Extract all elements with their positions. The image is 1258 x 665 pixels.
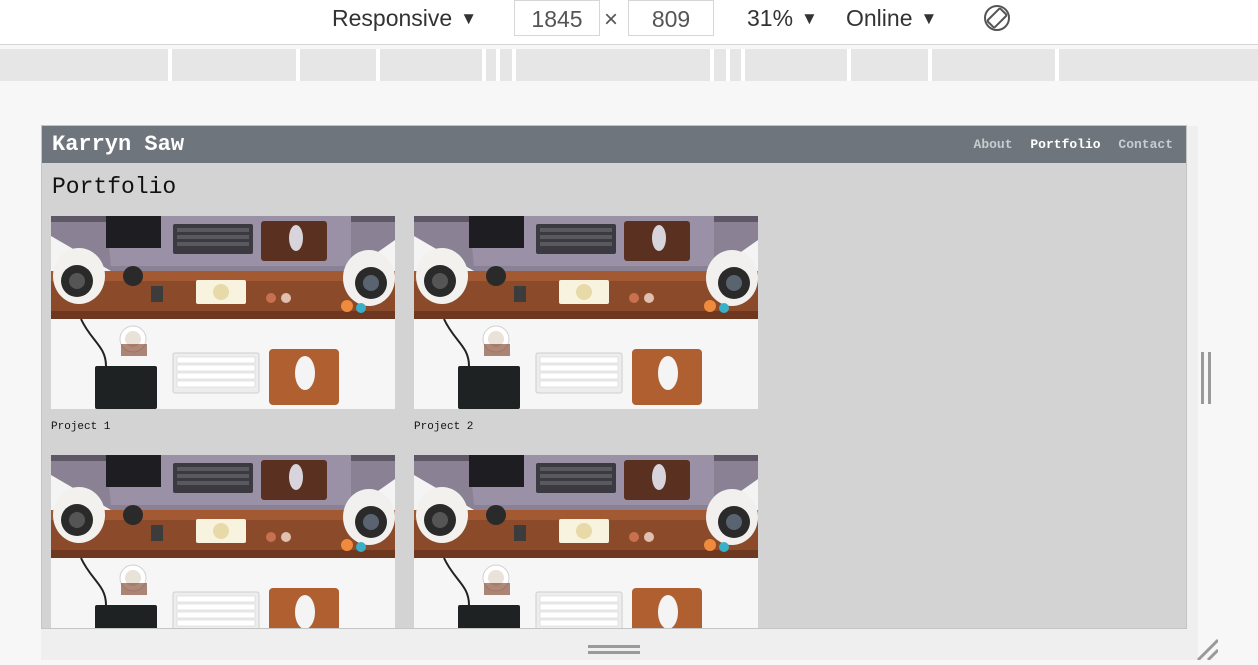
emulated-viewport: Karryn Saw About Portfolio Contact Portf… (41, 125, 1187, 629)
device-toolbar: Responsive ▼ 1845 × 809 31% ▼ Online ▼ (0, 0, 1258, 45)
project-card[interactable] (51, 455, 395, 629)
nav-link-portfolio[interactable]: Portfolio (1030, 137, 1100, 152)
resize-handle-icon (588, 645, 640, 654)
media-query-divider (296, 49, 300, 81)
rotate-button[interactable] (982, 3, 1012, 33)
rotate-icon (984, 5, 1010, 31)
media-queries-bar[interactable] (0, 49, 1258, 81)
resize-handle-right[interactable] (1200, 352, 1212, 404)
site-title[interactable]: Karryn Saw (52, 126, 184, 163)
resize-handle-icon (1201, 352, 1211, 404)
network-throttle-select[interactable]: Online ▼ (846, 0, 937, 36)
resize-handle-bottom[interactable] (588, 643, 640, 655)
chevron-down-icon: ▼ (460, 9, 478, 28)
media-query-divider (847, 49, 851, 81)
device-select-label: Responsive (332, 5, 453, 31)
network-throttle-label: Online (846, 5, 913, 31)
media-query-divider (496, 49, 500, 81)
media-query-divider (726, 49, 730, 81)
media-query-divider (710, 49, 714, 81)
resize-corner-icon (1196, 638, 1220, 662)
times-separator: × (604, 6, 619, 33)
project-thumbnail[interactable] (414, 216, 758, 409)
media-query-divider (482, 49, 486, 81)
project-label[interactable]: Project 1 (51, 421, 395, 433)
site-header: Karryn Saw About Portfolio Contact (42, 126, 1186, 163)
chevron-down-icon: ▼ (920, 9, 938, 28)
page-title: Portfolio (52, 174, 177, 200)
zoom-select[interactable]: 31% ▼ (747, 0, 818, 36)
width-input[interactable]: 1845 (514, 0, 600, 36)
chevron-down-icon: ▼ (801, 9, 818, 28)
media-query-divider (512, 49, 516, 81)
media-query-divider (741, 49, 745, 81)
nav-link-about[interactable]: About (974, 137, 1013, 152)
project-card[interactable]: Project 2 (414, 216, 758, 433)
height-input[interactable]: 809 (628, 0, 714, 36)
project-thumbnail[interactable] (51, 216, 395, 409)
site-nav: About Portfolio Contact (964, 126, 1173, 163)
media-query-divider (928, 49, 932, 81)
project-thumbnail[interactable] (414, 455, 758, 629)
zoom-select-label: 31% (747, 5, 794, 31)
media-query-divider (376, 49, 380, 81)
media-query-divider (1055, 49, 1059, 81)
resize-handle-corner[interactable] (1194, 636, 1220, 662)
project-card[interactable]: Project 1 (51, 216, 395, 433)
nav-link-contact[interactable]: Contact (1118, 137, 1173, 152)
project-label[interactable]: Project 2 (414, 421, 758, 433)
project-thumbnail[interactable] (51, 455, 395, 629)
device-select[interactable]: Responsive ▼ (332, 0, 477, 36)
media-query-divider (168, 49, 172, 81)
project-card[interactable] (414, 455, 758, 629)
